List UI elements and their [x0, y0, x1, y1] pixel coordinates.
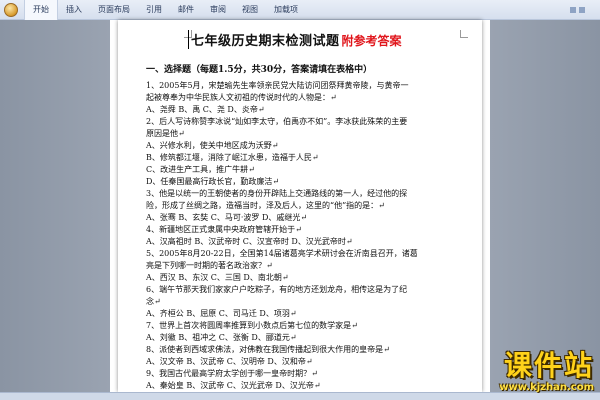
- tab-references[interactable]: 引用: [138, 0, 170, 20]
- answer-option: D、任秦国最高行政长官，勤政廉洁↵: [146, 177, 280, 186]
- tab-add-ins[interactable]: 加载项: [266, 0, 306, 20]
- margin-corner-mark: [460, 30, 468, 38]
- text-line: 5、2005年8月20-22日，全国第14届诸葛亮学术研讨会在沂南县召开，诸葛: [146, 249, 418, 258]
- text-line: 8、派使者到西域求佛法，对佛教在我国传播起到很大作用的皇帝是↵: [146, 345, 390, 354]
- answer-options: A、秦始皇 B、汉武帝 C、汉光武帝 D、汉光帝↵: [146, 381, 321, 390]
- site-watermark-logo: 课件站 www.kjzhan.com: [452, 350, 594, 398]
- window-controls: [570, 6, 600, 13]
- answer-options: A、齐桓公 B、屈原 C、司马迁 D、项羽↵: [146, 309, 297, 318]
- tab-insert[interactable]: 插入: [58, 0, 90, 20]
- document-title: 七年级历史期末检测试题: [188, 30, 340, 49]
- text-line: 起被尊奉为中华民族人文初祖的传说时代的人物是：↵: [146, 93, 337, 102]
- tab-page-layout[interactable]: 页面布局: [90, 0, 138, 20]
- answer-option: C、改进生产工具，推广牛耕↵: [146, 165, 255, 174]
- tab-home[interactable]: 开始: [24, 0, 58, 20]
- answer-option: A、兴修水利，使关中地区成为沃野↵: [146, 141, 279, 150]
- tab-view[interactable]: 视图: [234, 0, 266, 20]
- document-page[interactable]: 七年级历史期末检测试题 附参考答案 一、选择题（每题1.5分，共30分，答案请填…: [118, 20, 482, 392]
- text-line: 4、新疆地区正式隶属中央政府管辖开始于↵: [146, 225, 302, 234]
- text-line: 3、他是以统一的王朝使者的身份开辟陆上交通路线的第一人，经过他的探: [146, 189, 408, 198]
- office-button-icon[interactable]: [4, 2, 18, 17]
- text-line: 1、2005年5月，宋楚瑜先生率领亲民党大陆访问团祭拜黄帝陵，与黄帝一: [146, 81, 409, 90]
- answer-options: A、汉文帝 B、汉武帝 C、汉明帝 D、汉和帝↵: [146, 357, 313, 366]
- help-icon[interactable]: [579, 6, 585, 13]
- text-line: 6、端午节那天我们家家户户吃粽子，有的地方还划龙舟，相传这是为了纪: [146, 285, 408, 294]
- answer-options: A、西汉 B、东汉 C、三国 D、南北朝↵: [146, 273, 289, 282]
- workspace-right: [490, 20, 600, 400]
- tab-review[interactable]: 审阅: [202, 0, 234, 20]
- answer-options: A、刘徽 B、祖冲之 C、张衡 D、郦道元↵: [146, 333, 297, 342]
- text-line: 原因是他↵: [146, 129, 185, 138]
- ribbon-bar: 开始 插入 页面布局 引用 邮件 审阅 视图 加载项: [0, 0, 600, 20]
- document-title-row: 七年级历史期末检测试题 附参考答案: [188, 30, 402, 49]
- section-heading: 一、选择题（每题1.5分，共30分，答案请填在表格中）: [146, 65, 373, 75]
- answer-options: A、汉高祖时 B、汉武帝时 C、汉宣帝时 D、汉光武帝时↵: [146, 237, 353, 246]
- tab-mailings[interactable]: 邮件: [170, 0, 202, 20]
- text-line: 亮是下列哪一时期的著名政治家？↵: [146, 261, 273, 270]
- text-line: 2、后人写诗称赞李冰说“灿如李太守，伯禹亦不如”。李冰获此殊荣的主要: [146, 117, 408, 126]
- watermark-url: www.kjzhan.com: [499, 382, 594, 393]
- watermark-name: 课件站: [503, 349, 594, 382]
- answer-note: 附参考答案: [341, 34, 402, 48]
- text-line: 险，形成了丝绸之路，造福当时，泽及后人，这里的“他”指的是：↵: [146, 201, 385, 210]
- answer-option: B、修筑都江堰，消除了岷江水患，造福于人民↵: [146, 153, 319, 162]
- answer-options: A、尧舜 B、禹 C、尧 D、炎帝↵: [146, 105, 265, 114]
- workspace-left: [0, 20, 110, 400]
- document-body: 一、选择题（每题1.5分，共30分，答案请填在表格中） 1、2005年5月，宋楚…: [146, 62, 466, 392]
- text-line: 9、我国古代最高学府太学创于哪一皇帝时期？↵: [146, 369, 318, 378]
- text-line: 7、世界上首次将圆周率推算到小数点后第七位的数学家是↵: [146, 321, 358, 330]
- answer-options: A、张骞 B、玄奘 C、马可·波罗 D、戚继光↵: [146, 213, 308, 222]
- text-line: 念↵: [146, 297, 161, 306]
- minimize-icon[interactable]: [570, 6, 576, 13]
